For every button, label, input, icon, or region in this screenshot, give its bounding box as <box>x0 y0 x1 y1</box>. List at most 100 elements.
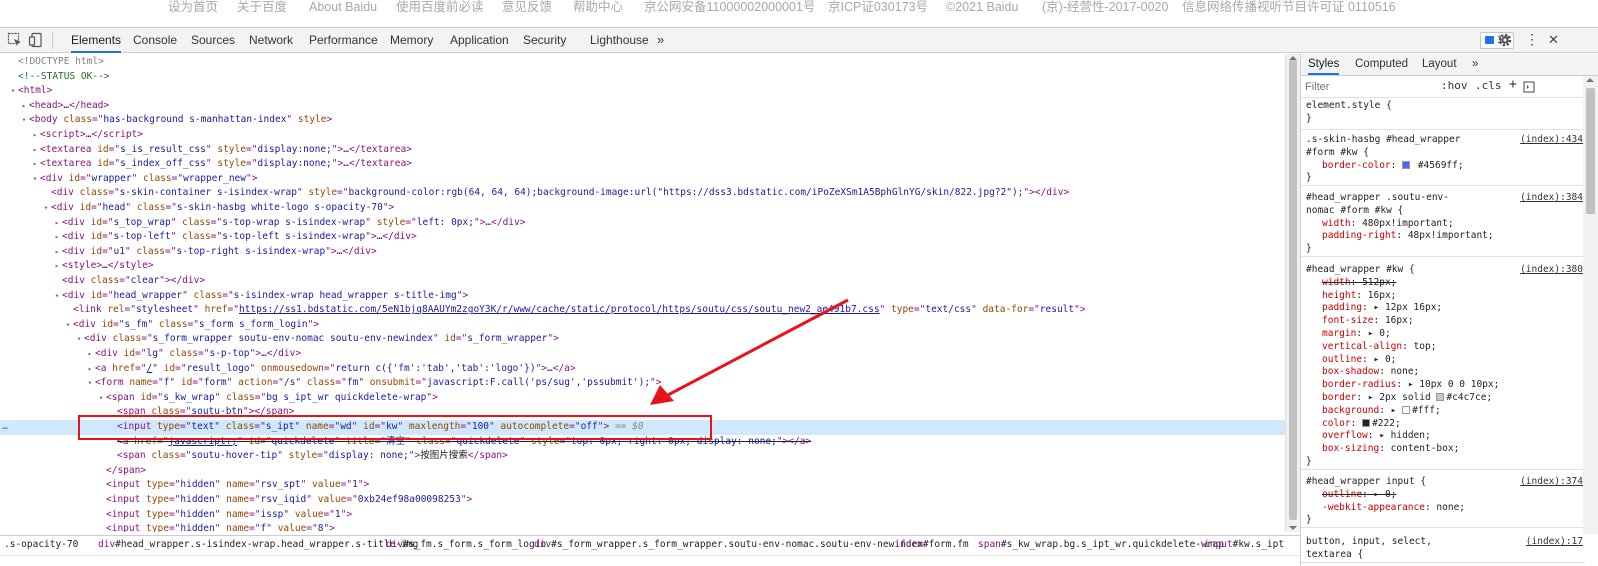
tab-layout[interactable]: Layout <box>1422 54 1457 75</box>
tree-node-row[interactable]: <div class="clear"></div> <box>0 274 1285 289</box>
tree-node-row[interactable]: ▾ <html> <box>0 84 1285 99</box>
tree-node-row[interactable]: ▸ <textarea id="s_is_result_css" style="d… <box>0 143 1285 158</box>
rule-source-link[interactable]: (index):384 <box>1520 192 1583 205</box>
footer-link[interactable]: 信息网络传播视听节目许可证 0110516 <box>1182 0 1396 14</box>
breadcrumb-item[interactable]: div#head_wrapper.s-isindex-wrap.head_wra… <box>98 536 418 554</box>
rule-source-link[interactable]: (index):380 <box>1520 264 1583 277</box>
tree-node-row[interactable]: <input type="hidden" name="issp" value="… <box>0 508 1285 523</box>
styles-filter-input[interactable] <box>1305 79 1433 95</box>
tree-node-row[interactable]: ▸ <style>…</style> <box>0 259 1285 274</box>
css-declaration[interactable]: vertical-align: top; <box>1301 341 1585 354</box>
elements-scrollbar[interactable] <box>1285 54 1300 532</box>
css-declaration[interactable]: overflow: ▸ hidden; <box>1301 430 1585 443</box>
tab-styles[interactable]: Styles <box>1308 54 1340 75</box>
css-rule[interactable]: .s-skin-hasbg #head_wrapper #form #kw {(… <box>1301 134 1585 187</box>
elements-tree[interactable]: <!DOCTYPE html> <!--STATUS OK--> ▾ <html> ▸ <… <box>0 54 1285 532</box>
footer-link[interactable]: 意见反馈 <box>502 0 552 14</box>
breadcrumb-item[interactable]: input#kw.s_ipt <box>1204 536 1284 554</box>
new-rule-button[interactable]: + <box>1509 77 1517 92</box>
css-declaration[interactable]: margin: ▸ 0; <box>1301 328 1585 341</box>
footer-link[interactable]: ©2021 Baidu <box>946 0 1018 14</box>
tree-node-row[interactable]: ▾ <div class="s_form_wrapper soutu-env-no… <box>0 332 1285 347</box>
tree-node-row[interactable]: <input type="hidden" name="rsv_iqid" val… <box>0 493 1285 508</box>
css-declaration[interactable]: width: 480px!important; <box>1301 218 1585 231</box>
css-declaration[interactable]: outline: ▸ 0; <box>1301 354 1585 367</box>
breadcrumb-item[interactable]: span#s_kw_wrap.bg.s_ipt_wr.quickdelete-w… <box>978 536 1224 554</box>
css-declaration[interactable]: color: #222; <box>1301 418 1585 431</box>
tree-node-row[interactable]: ▸ <div id="u1" class="s-top-right s-isind… <box>0 245 1285 260</box>
css-declaration[interactable]: font-size: 16px; <box>1301 315 1585 328</box>
computed-sidebar-icon[interactable] <box>1523 81 1535 93</box>
css-declaration[interactable]: width: 512px; <box>1301 277 1585 290</box>
footer-link[interactable]: 使用百度前必读 <box>396 0 484 14</box>
tree-node-row[interactable]: ▸ <div id="lg" class="s-p-top">…</div> <box>0 347 1285 362</box>
hover-state-button[interactable]: :hov <box>1441 79 1468 92</box>
tab-sources[interactable]: Sources <box>191 28 235 53</box>
css-declaration[interactable]: outline: ▸ 0; <box>1301 489 1585 502</box>
tree-node-row[interactable]: ▸ <a href="/" id="result_logo" onmousedow… <box>0 362 1285 377</box>
color-swatch[interactable] <box>1436 392 1445 401</box>
css-declaration[interactable]: border-radius: ▸ 10px 0 0 10px; <box>1301 379 1585 392</box>
tree-node-row[interactable]: ▾ <body class="has-background s-manhattan… <box>0 113 1285 128</box>
color-swatch[interactable] <box>1402 160 1411 169</box>
tree-node-row[interactable]: <input type="hidden" name="rsv_spt" valu… <box>0 478 1285 493</box>
tree-node-row[interactable]: ▸ <script>…</script> <box>0 128 1285 143</box>
css-declaration[interactable]: border-color: #4569ff; <box>1301 160 1585 173</box>
css-rule[interactable]: button, input, select, textarea {(index)… <box>1301 536 1585 563</box>
tree-node-row[interactable]: ▾ <div id="head_wrapper" class="s-isindex… <box>0 289 1285 304</box>
tab-lighthouse[interactable]: Lighthouse <box>590 28 649 53</box>
tree-node-row[interactable]: ▾ <div id="head" class="s-skin-hasbg whit… <box>0 201 1285 216</box>
css-declaration[interactable]: box-shadow: none; <box>1301 366 1585 379</box>
css-declaration[interactable]: background: ▸ #fff; <box>1301 405 1585 418</box>
tree-node-row[interactable]: </span> <box>0 464 1285 479</box>
inspect-icon[interactable] <box>7 32 23 48</box>
css-declaration[interactable]: border: ▸ 2px solid #c4c7ce; <box>1301 392 1585 405</box>
tree-node-row[interactable]: ▾ <div id="wrapper" class="wrapper_new"> <box>0 172 1285 187</box>
tree-node-row[interactable]: ▸ <div id="s-top-left" class="s-top-left … <box>0 230 1285 245</box>
footer-link[interactable]: About Baidu <box>309 0 377 14</box>
rule-source-link[interactable]: (index):434 <box>1520 134 1583 147</box>
tree-node-row[interactable]: <link rel="stylesheet" href="https://ss1… <box>0 303 1285 318</box>
close-icon[interactable]: ✕ <box>1548 32 1559 48</box>
tab-computed[interactable]: Computed <box>1355 54 1408 75</box>
css-rule[interactable]: element.style {} <box>1301 100 1585 130</box>
tree-node-row[interactable]: ▾ <span id="s_kw_wrap" class="bg s_ipt_wr… <box>0 391 1285 406</box>
tree-node-row[interactable]: ▾ <div id="s_fm" class="s_form s_form_log… <box>0 318 1285 333</box>
footer-link[interactable]: (京)-经营性-2017-0020 <box>1042 0 1168 14</box>
tree-node-row[interactable]: <span class="soutu-hover-tip" style="dis… <box>0 449 1285 464</box>
class-toggle-button[interactable]: .cls <box>1475 79 1502 92</box>
tab-network[interactable]: Network <box>249 28 293 53</box>
more-panes-chevron-icon[interactable]: » <box>1472 54 1478 75</box>
device-toolbar-icon[interactable] <box>28 32 44 48</box>
breadcrumb-item[interactable]: div#s_form_wrapper.s_form_wrapper.soutu-… <box>534 536 923 554</box>
breadcrumb-item[interactable]: .s-opacity-70 <box>4 536 78 554</box>
tree-node-row[interactable]: <!--STATUS OK--> <box>0 70 1285 85</box>
color-swatch[interactable] <box>1362 418 1371 427</box>
tree-node-row[interactable]: ▸ <div id="s_top_wrap" class="s-top-wrap … <box>0 216 1285 231</box>
color-swatch[interactable] <box>1402 405 1411 414</box>
tab-memory[interactable]: Memory <box>390 28 433 53</box>
css-declaration[interactable]: padding-right: 48px!important; <box>1301 230 1585 243</box>
tree-node-row[interactable]: <div class="s-skin-container s-isindex-w… <box>0 186 1285 201</box>
tab-performance[interactable]: Performance <box>309 28 378 53</box>
tree-node-row[interactable]: ▸ <textarea id="s_index_off_css" style="d… <box>0 157 1285 172</box>
tab-elements[interactable]: Elements <box>71 28 122 53</box>
rule-source-link[interactable]: (index):374 <box>1520 476 1583 489</box>
css-rule[interactable]: #head_wrapper input {(index):374 outline:… <box>1301 476 1585 529</box>
breadcrumb-item[interactable]: div#s_fm.s_form.s_form_login <box>386 536 546 554</box>
styles-scrollbar[interactable] <box>1583 76 1598 534</box>
css-declaration[interactable]: -webkit-appearance: none; <box>1301 502 1585 515</box>
more-menu-icon[interactable]: ⋮ <box>1525 31 1539 48</box>
tab-console[interactable]: Console <box>133 28 177 53</box>
tree-node-row[interactable]: <!DOCTYPE html> <box>0 55 1285 70</box>
footer-link[interactable]: 京公网安备11000002000001号 <box>644 0 815 14</box>
footer-link[interactable]: 京ICP证030173号 <box>828 0 928 14</box>
tab-application[interactable]: Application <box>450 28 509 53</box>
footer-link[interactable]: 帮助中心 <box>573 0 623 14</box>
tree-node-row[interactable]: <input type="hidden" name="f" value="8"> <box>0 522 1285 532</box>
footer-link[interactable]: 关于百度 <box>237 0 287 14</box>
tree-node-row[interactable]: ▾ <form name="f" id="form" action="/s" cl… <box>0 376 1285 391</box>
css-declaration[interactable]: height: 16px; <box>1301 290 1585 303</box>
gear-icon[interactable] <box>1497 32 1513 48</box>
tab-security[interactable]: Security <box>523 28 566 53</box>
